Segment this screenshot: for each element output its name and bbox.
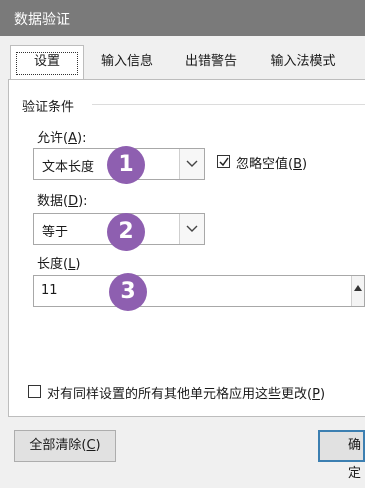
length-label: 长度(L) [37,257,81,272]
checkmark-icon [219,157,229,167]
group-divider [92,104,365,105]
group-title: 验证条件 [22,100,75,115]
tab-error-alert[interactable]: 出错警告 [170,49,252,75]
apply-all-label: 对有同样设置的所有其他单元格应用这些更改(P) [47,387,326,402]
dialog-title-bar: 数据验证 [0,0,365,36]
allow-dropdown-button[interactable] [179,149,204,179]
ignore-blank-checkbox[interactable] [217,155,230,168]
range-picker-button[interactable] [351,276,364,306]
dialog-title: 数据验证 [14,12,70,28]
step-badge-3: 3 [109,273,147,311]
tab-strip: 设置 输入信息 出错警告 输入法模式 [0,44,365,80]
allow-label: 允许(A): [37,131,87,146]
data-label: 数据(D): [37,194,88,209]
tab-input-message[interactable]: 输入信息 [86,49,168,75]
spin-up-icon [354,285,362,291]
ok-button[interactable]: 确定 [318,430,365,481]
tab-settings-label: 设置 [33,54,60,69]
allow-value: 文本长度 [42,160,95,175]
tab-settings[interactable]: 设置 [10,45,84,79]
length-value: 11 [41,283,58,298]
step-badge-2: 2 [107,213,145,251]
ok-button-label: 确定 [348,438,362,481]
data-dropdown-button[interactable] [179,214,204,244]
data-value: 等于 [42,225,69,240]
clear-all-button[interactable]: 全部清除(C) [14,430,116,462]
chevron-down-icon [186,160,198,167]
length-input[interactable]: 11 [33,275,365,307]
tab-ime-mode-label: 输入法模式 [270,54,336,69]
step-badge-1: 1 [107,146,145,184]
ignore-blank-label: 忽略空值(B) [236,157,308,172]
apply-all-checkbox[interactable] [28,385,41,398]
tab-input-message-label: 输入信息 [100,54,153,69]
chevron-down-icon [186,225,198,232]
tab-ime-mode[interactable]: 输入法模式 [255,49,351,75]
tab-error-alert-label: 出错警告 [184,54,237,69]
